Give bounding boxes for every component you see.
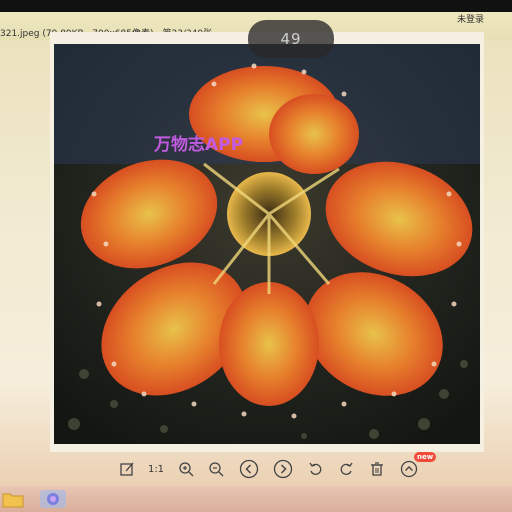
- taskbar: [0, 486, 512, 512]
- login-link[interactable]: 未登录: [457, 12, 484, 26]
- screen-bezel: [0, 0, 512, 12]
- previous-icon[interactable]: [236, 456, 262, 482]
- zoom-out-icon[interactable]: [203, 456, 229, 482]
- rotate-right-icon[interactable]: [333, 456, 359, 482]
- edit-icon[interactable]: [114, 456, 140, 482]
- delete-icon[interactable]: [364, 456, 390, 482]
- folder-icon[interactable]: [2, 490, 24, 508]
- watermark-text: 万物志APP: [154, 135, 244, 155]
- rotate-left-icon[interactable]: [303, 456, 329, 482]
- sundew-photo: [54, 44, 480, 444]
- next-icon[interactable]: [270, 456, 296, 482]
- app-icon[interactable]: [40, 490, 66, 508]
- zoom-in-icon[interactable]: [173, 456, 199, 482]
- actual-size-label: 1:1: [147, 463, 165, 475]
- page-counter: 49: [248, 20, 334, 58]
- image-stage: 万物志APP: [50, 32, 484, 452]
- actual-size-button[interactable]: 1:1: [143, 456, 169, 482]
- new-badge: new: [414, 452, 437, 462]
- photo[interactable]: 万物志APP: [54, 44, 480, 444]
